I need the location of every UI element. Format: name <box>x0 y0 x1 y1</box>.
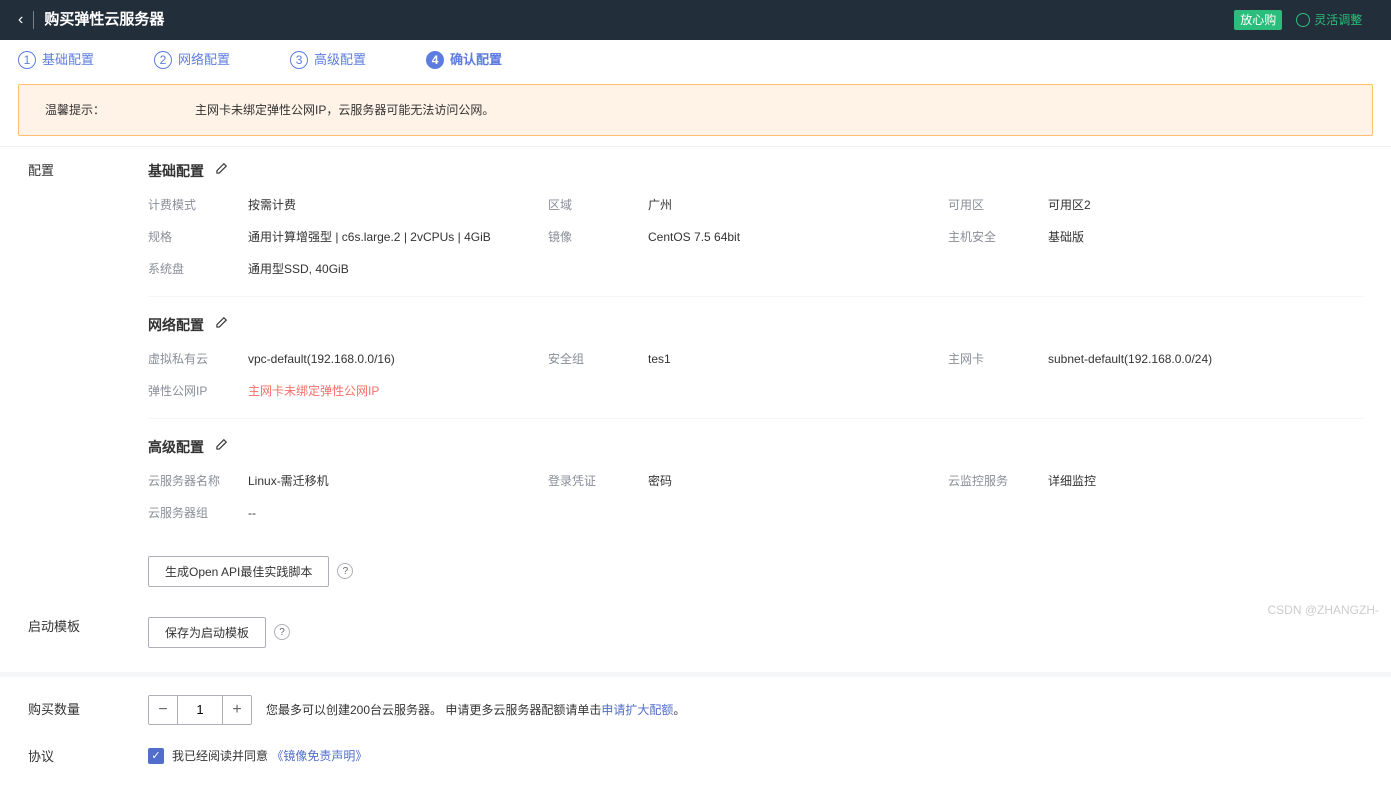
basic-grid: 计费模式按需计费 区域广州 可用区可用区2 规格通用计算增强型 | c6s.la… <box>148 196 1363 278</box>
quantity-decrease[interactable]: − <box>149 696 177 724</box>
section-title-network: 网络配置 <box>148 315 204 336</box>
save-template-button[interactable]: 保存为启动模板 <box>148 617 266 648</box>
agreement-checkbox[interactable]: ✓ <box>148 748 164 764</box>
network-grid: 虚拟私有云vpc-default(192.168.0.0/16) 安全组tes1… <box>148 350 1363 400</box>
side-label-quantity: 购买数量 <box>28 700 148 720</box>
divider <box>33 11 34 29</box>
step-nav: 1基础配置 2网络配置 3高级配置 4确认配置 <box>0 40 1391 80</box>
help-openapi-icon[interactable]: ? <box>337 563 353 579</box>
generate-openapi-button[interactable]: 生成Open API最佳实践脚本 <box>148 556 329 587</box>
advanced-grid: 云服务器名称Linux-需迁移机 登录凭证密码 云监控服务详细监控 云服务器组-… <box>148 472 1363 522</box>
quantity-input[interactable] <box>177 696 223 724</box>
edit-advanced-icon[interactable] <box>214 437 228 458</box>
step-confirm[interactable]: 4确认配置 <box>426 50 502 70</box>
edit-basic-icon[interactable] <box>214 161 228 182</box>
agreement-text: 我已经阅读并同意 <box>172 747 268 765</box>
help-template-icon[interactable]: ? <box>274 624 290 640</box>
edit-network-icon[interactable] <box>214 315 228 336</box>
step-network[interactable]: 2网络配置 <box>154 50 230 70</box>
header-bar: ‹ 购买弹性云服务器 放心购 灵活调整 <box>0 0 1391 40</box>
quantity-stepper[interactable]: − + <box>148 695 252 725</box>
quantity-increase[interactable]: + <box>223 696 251 724</box>
section-title-basic: 基础配置 <box>148 161 204 182</box>
disclaimer-link[interactable]: 《镜像免责声明》 <box>271 747 367 765</box>
quantity-hint: 您最多可以创建200台云服务器。 申请更多云服务器配额请单击申请扩大配额。 <box>266 701 685 719</box>
side-label-template: 启动模板 <box>28 617 148 637</box>
side-label-config: 配置 <box>28 161 148 181</box>
request-quota-link[interactable]: 申请扩大配额 <box>601 703 673 717</box>
side-label-agreement: 协议 <box>28 747 148 767</box>
flexible-adjust-link[interactable]: 灵活调整 <box>1296 11 1373 29</box>
badge-safe-buy[interactable]: 放心购 <box>1234 10 1282 30</box>
step-advanced[interactable]: 3高级配置 <box>290 50 366 70</box>
eip-warning: 主网卡未绑定弹性公网IP <box>248 382 548 400</box>
step-basic[interactable]: 1基础配置 <box>18 50 94 70</box>
section-title-advanced: 高级配置 <box>148 437 204 458</box>
warning-banner: 温馨提示： 主网卡未绑定弹性公网IP，云服务器可能无法访问公网。 <box>18 84 1373 136</box>
page-title: 购买弹性云服务器 <box>44 9 164 32</box>
warning-label: 温馨提示： <box>45 101 105 119</box>
back-button[interactable]: ‹ <box>18 8 23 32</box>
warning-text: 主网卡未绑定弹性公网IP，云服务器可能无法访问公网。 <box>195 101 494 119</box>
